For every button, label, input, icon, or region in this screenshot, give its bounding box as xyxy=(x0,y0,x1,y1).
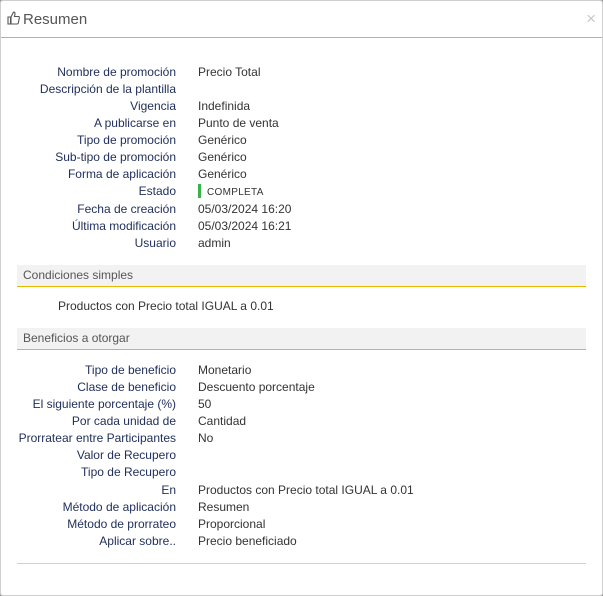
summary-value: 05/03/2024 16:21 xyxy=(198,219,292,233)
status-indicator xyxy=(198,184,201,198)
benefit-label: Prorratear entre Participantes xyxy=(18,431,176,445)
thumbs-up-icon xyxy=(7,11,20,25)
benefit-value: Resumen xyxy=(198,500,250,514)
footer-divider xyxy=(17,563,586,564)
summary-label: Forma de aplicación xyxy=(67,167,176,181)
benefit-label: Aplicar sobre.. xyxy=(99,534,176,548)
benefit-label: Método de aplicación xyxy=(62,500,176,514)
benefit-value: Precio beneficiado xyxy=(198,534,297,548)
benefit-label: Valor de Recupero xyxy=(76,448,176,462)
summary-value: Indefinida xyxy=(198,99,251,113)
summary-value: Precio Total xyxy=(198,65,261,79)
close-button[interactable]: × xyxy=(586,10,596,28)
status-badge: COMPLETA xyxy=(198,183,264,201)
summary-dialog: Resumen × Nombre de promoción Precio Tot… xyxy=(0,0,603,596)
benefit-value: Cantidad xyxy=(198,414,247,428)
benefit-label: Clase de beneficio xyxy=(77,380,176,394)
benefit-value: No xyxy=(198,431,214,445)
summary-label: Sub-tipo de promoción xyxy=(55,150,176,164)
benefit-label: El siguiente porcentaje (%) xyxy=(32,397,176,411)
benefit-value: Descuento porcentaje xyxy=(198,380,315,394)
benefit-value: 50 xyxy=(198,397,212,411)
summary-value: 05/03/2024 16:20 xyxy=(198,202,292,216)
summary-label: Vigencia xyxy=(130,99,176,113)
summary-label: Fecha de creación xyxy=(77,202,176,216)
benefit-value: Productos con Precio total IGUAL a 0.01 xyxy=(198,483,414,497)
section-header-conditions: Condiciones simples xyxy=(17,265,586,287)
benefit-label: Tipo de beneficio xyxy=(85,363,176,377)
summary-label: Descripción de la plantilla xyxy=(39,82,176,96)
dialog-header: Resumen × xyxy=(1,1,602,38)
status-text: COMPLETA xyxy=(207,187,264,198)
summary-label: Tipo de promoción xyxy=(77,133,176,147)
summary-value: Genérico xyxy=(198,133,247,147)
benefit-value: Proporcional xyxy=(198,517,266,531)
summary-label: Estado xyxy=(138,184,176,198)
summary-label: Nombre de promoción xyxy=(57,65,176,79)
benefit-label: Por cada unidad de xyxy=(71,414,176,428)
benefit-label: Método de prorrateo xyxy=(67,517,176,531)
section-title: Beneficios a otorgar xyxy=(23,331,130,345)
benefit-label: Tipo de Recupero xyxy=(81,465,176,479)
summary-label: A publicarse en xyxy=(93,116,176,130)
dialog-title: Resumen xyxy=(23,11,88,28)
benefit-label: En xyxy=(161,483,176,497)
summary-label: Usuario xyxy=(134,236,176,250)
summary-value: admin xyxy=(198,236,231,250)
section-header-benefits: Beneficios a otorgar xyxy=(17,328,586,350)
benefit-value: Monetario xyxy=(198,363,252,377)
condition-text: Productos con Precio total IGUAL a 0.01 xyxy=(58,299,274,313)
summary-label: Última modificación xyxy=(71,219,176,233)
summary-value: Punto de venta xyxy=(198,116,279,130)
summary-value: Genérico xyxy=(198,150,247,164)
summary-value: Genérico xyxy=(198,167,247,181)
section-title: Condiciones simples xyxy=(23,268,134,282)
